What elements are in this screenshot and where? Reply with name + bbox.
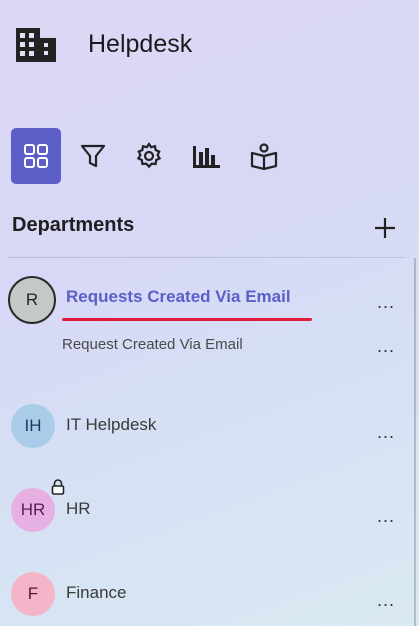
sub-department-item[interactable]: Request Created Via Email ... bbox=[0, 326, 414, 362]
department-item-it-helpdesk[interactable]: IH IT Helpdesk ... bbox=[0, 398, 414, 454]
app-header: Helpdesk bbox=[0, 0, 419, 92]
settings-tab[interactable] bbox=[124, 128, 174, 184]
building-icon bbox=[16, 28, 56, 62]
avatar: IH bbox=[11, 404, 55, 448]
departments-heading: Departments bbox=[12, 214, 135, 236]
department-name: IT Helpdesk bbox=[66, 415, 157, 434]
lock-icon bbox=[51, 479, 65, 495]
more-icon: ... bbox=[376, 292, 395, 312]
department-name: Requests Created Via Email bbox=[66, 287, 291, 306]
department-name: HR bbox=[66, 499, 91, 518]
knowledge-base-tab[interactable] bbox=[239, 128, 289, 184]
more-options-button[interactable]: ... bbox=[372, 336, 400, 356]
grid-icon bbox=[24, 144, 48, 168]
avatar: F bbox=[11, 572, 55, 616]
avatar-initials: HR bbox=[20, 500, 46, 519]
selection-underline bbox=[62, 318, 312, 321]
more-icon: ... bbox=[376, 590, 395, 610]
more-options-button[interactable]: ... bbox=[372, 422, 400, 442]
avatar: R bbox=[8, 276, 56, 324]
filters-tab[interactable] bbox=[68, 128, 118, 184]
more-options-button[interactable]: ... bbox=[372, 506, 400, 526]
bar-chart-icon bbox=[193, 146, 220, 168]
department-name: Finance bbox=[66, 583, 127, 602]
analytics-tab[interactable] bbox=[181, 128, 231, 184]
more-options-button[interactable]: ... bbox=[372, 590, 400, 610]
gear-icon bbox=[136, 142, 162, 169]
more-icon: ... bbox=[376, 336, 395, 356]
department-item-hr[interactable]: HR HR ... bbox=[0, 479, 414, 538]
app-title: Helpdesk bbox=[88, 30, 193, 58]
department-item-requests-via-email[interactable]: R Requests Created Via Email ... bbox=[0, 270, 414, 326]
filter-icon bbox=[80, 144, 106, 168]
sub-department-name: Request Created Via Email bbox=[62, 336, 243, 353]
more-options-button[interactable]: ... bbox=[372, 292, 400, 312]
plus-icon[interactable] bbox=[372, 215, 398, 241]
department-item-finance[interactable]: F Finance ... bbox=[0, 566, 414, 622]
tickets-tab[interactable] bbox=[11, 128, 61, 184]
more-icon: ... bbox=[376, 506, 395, 526]
avatar: HR bbox=[11, 479, 65, 532]
scrollbar[interactable] bbox=[414, 258, 416, 626]
more-icon: ... bbox=[376, 422, 395, 442]
divider bbox=[8, 257, 405, 258]
toolbar bbox=[11, 128, 311, 184]
book-icon bbox=[250, 143, 278, 170]
